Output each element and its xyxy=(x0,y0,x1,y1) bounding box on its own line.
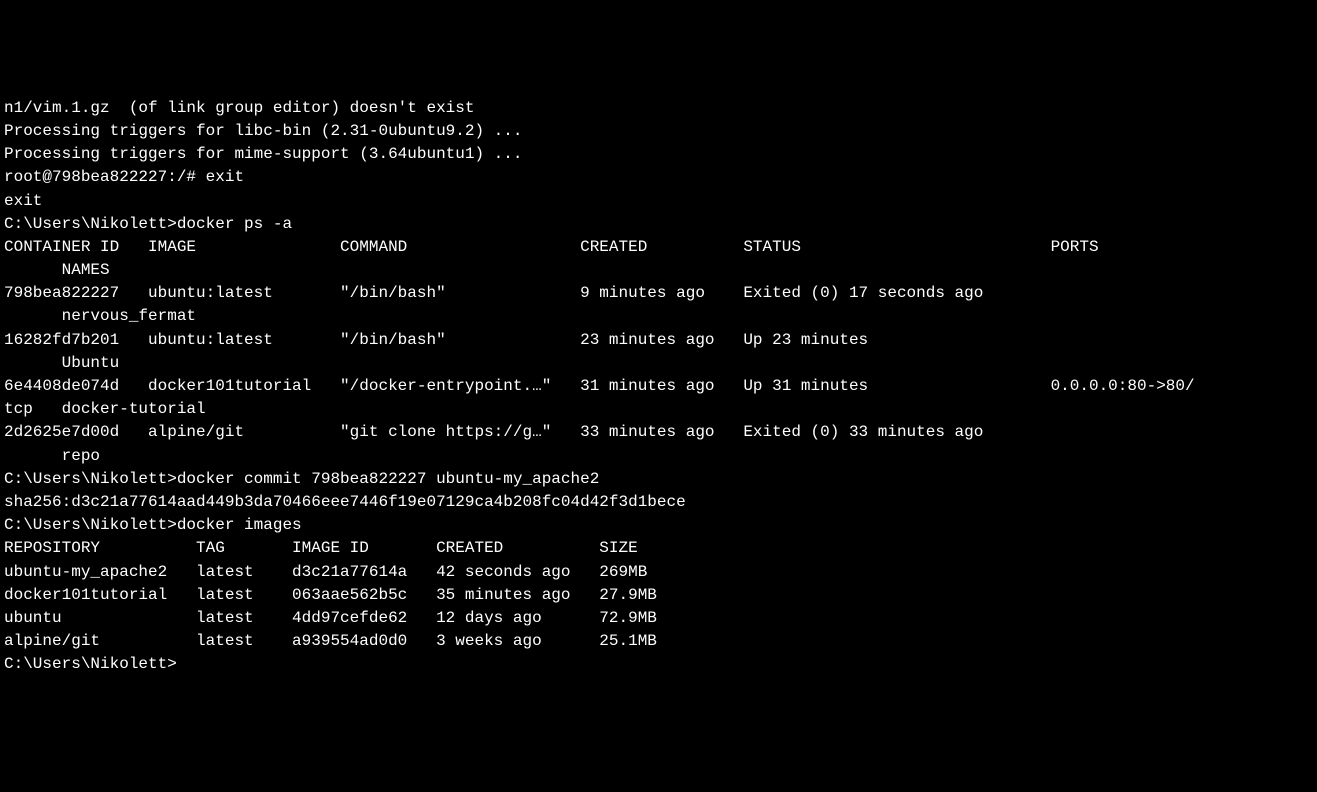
docker-ps-row-cont: tcp docker-tutorial xyxy=(4,398,1313,421)
docker-images-header: REPOSITORY TAG IMAGE ID CREATED SIZE xyxy=(4,537,1313,560)
prompt-line: C:\Users\Nikolett>docker commit 798bea82… xyxy=(4,468,1313,491)
docker-images-row: ubuntu-my_apache2 latest d3c21a77614a 42… xyxy=(4,561,1313,584)
docker-ps-row-cont: Ubuntu xyxy=(4,352,1313,375)
docker-ps-row-cont: nervous_fermat xyxy=(4,305,1313,328)
docker-ps-row: 2d2625e7d00d alpine/git "git clone https… xyxy=(4,421,1313,444)
output-line: sha256:d3c21a77614aad449b3da70466eee7446… xyxy=(4,491,1313,514)
docker-ps-row: 6e4408de074d docker101tutorial "/docker-… xyxy=(4,375,1313,398)
output-line: exit xyxy=(4,190,1313,213)
output-line: Processing triggers for mime-support (3.… xyxy=(4,143,1313,166)
prompt-line-active[interactable]: C:\Users\Nikolett> xyxy=(4,653,1313,676)
prompt-line: root@798bea822227:/# exit xyxy=(4,166,1313,189)
output-line: Processing triggers for libc-bin (2.31-0… xyxy=(4,120,1313,143)
docker-ps-row-cont: repo xyxy=(4,445,1313,468)
output-line: n1/vim.1.gz (of link group editor) doesn… xyxy=(4,97,1313,120)
docker-ps-header: CONTAINER ID IMAGE COMMAND CREATED STATU… xyxy=(4,236,1313,259)
docker-images-row: ubuntu latest 4dd97cefde62 12 days ago 7… xyxy=(4,607,1313,630)
docker-ps-header-cont: NAMES xyxy=(4,259,1313,282)
docker-images-row: docker101tutorial latest 063aae562b5c 35… xyxy=(4,584,1313,607)
terminal-window[interactable]: n1/vim.1.gz (of link group editor) doesn… xyxy=(4,97,1313,677)
prompt-line: C:\Users\Nikolett>docker images xyxy=(4,514,1313,537)
prompt-line: C:\Users\Nikolett>docker ps -a xyxy=(4,213,1313,236)
docker-images-row: alpine/git latest a939554ad0d0 3 weeks a… xyxy=(4,630,1313,653)
docker-ps-row: 798bea822227 ubuntu:latest "/bin/bash" 9… xyxy=(4,282,1313,305)
docker-ps-row: 16282fd7b201 ubuntu:latest "/bin/bash" 2… xyxy=(4,329,1313,352)
